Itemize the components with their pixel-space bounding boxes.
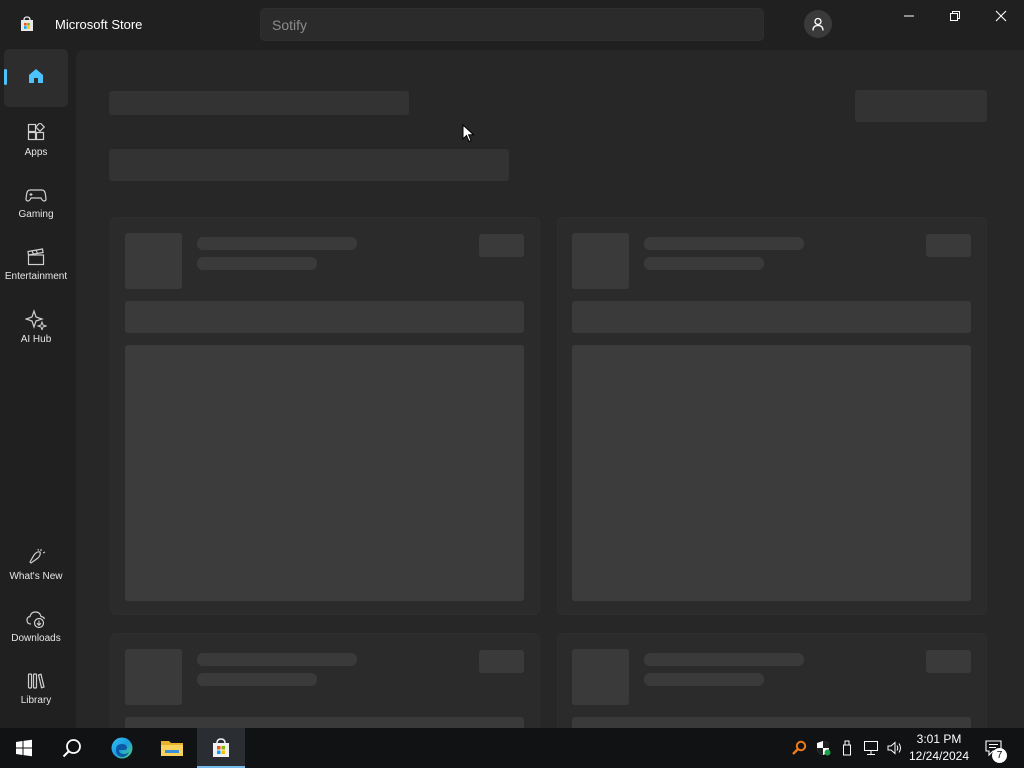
sidebar-item-label: Downloads	[11, 632, 61, 644]
file-explorer-icon	[161, 741, 183, 756]
restore-button[interactable]	[932, 0, 978, 32]
skeleton-card-icon	[125, 649, 182, 705]
library-icon	[27, 672, 45, 689]
search-box[interactable]	[260, 8, 764, 41]
skeleton-card-icon	[572, 649, 629, 705]
skeleton-card-bar	[125, 301, 524, 333]
sidebar-item-gaming[interactable]: Gaming	[4, 173, 68, 231]
skeleton-card-icon	[572, 233, 629, 289]
clock-time: 3:01 PM	[916, 732, 962, 746]
apps-icon	[27, 122, 46, 140]
taskbar: 3:01 PM 12/24/2024 7	[0, 728, 1024, 768]
tray-network[interactable]	[860, 728, 882, 768]
start-button[interactable]	[0, 728, 48, 768]
close-button[interactable]	[978, 0, 1024, 32]
sidebar-nav: Apps Gaming Entertainment AI Hub What's …	[0, 48, 72, 728]
sidebar-item-apps[interactable]: Apps	[4, 111, 68, 169]
tray-volume[interactable]	[884, 728, 906, 768]
app-title: Microsoft Store	[55, 17, 143, 32]
gamepad-icon	[25, 188, 47, 202]
search-tray-icon	[792, 740, 807, 755]
skeleton-card-line	[197, 237, 357, 250]
taskbar-edge-button[interactable]	[98, 728, 146, 768]
start-icon	[16, 739, 32, 757]
taskbar-clock[interactable]: 3:01 PM 12/24/2024	[906, 731, 972, 765]
taskbar-search-button[interactable]	[48, 728, 96, 768]
security-icon	[817, 741, 831, 756]
sidebar-item-ai-hub[interactable]: AI Hub	[4, 297, 68, 355]
tray-search-tool[interactable]	[789, 728, 809, 768]
sidebar-item-label: AI Hub	[20, 333, 52, 345]
skeleton-card-button	[926, 650, 971, 673]
active-indicator	[4, 69, 7, 85]
megaphone-icon	[29, 548, 46, 564]
skeleton-card-line	[197, 673, 317, 686]
skeleton-title	[109, 91, 409, 115]
store-window: Microsoft Store Sotify Apps Gaming Enter…	[0, 0, 1024, 728]
skeleton-card-line	[644, 237, 804, 250]
skeleton-card-line	[644, 257, 764, 270]
mouse-cursor-icon	[462, 124, 475, 143]
notification-center-button[interactable]	[980, 728, 1008, 768]
skeleton-card-button	[479, 650, 524, 673]
skeleton-subtitle	[109, 149, 509, 181]
sidebar-item-label: Gaming	[18, 208, 54, 220]
volume-icon	[887, 741, 901, 755]
skeleton-card-icon	[125, 233, 182, 289]
network-icon	[864, 741, 878, 755]
skeleton-card-image	[572, 345, 971, 601]
skeleton-card-button	[479, 234, 524, 257]
skeleton-card-bar	[572, 717, 971, 728]
tray-security[interactable]	[813, 728, 833, 768]
sidebar-item-entertainment[interactable]: Entertainment	[4, 235, 68, 293]
sidebar-item-downloads[interactable]: Downloads	[4, 597, 68, 655]
sidebar-item-label: What's New	[9, 570, 63, 582]
search-input[interactable]	[261, 9, 763, 40]
skeleton-card	[110, 633, 540, 728]
account-button[interactable]	[804, 10, 832, 38]
title-bar: Microsoft Store	[0, 0, 1024, 50]
skeleton-card	[557, 217, 987, 615]
restore-icon	[950, 11, 960, 21]
sidebar-item-label: Entertainment	[4, 270, 68, 282]
sidebar-item-home[interactable]	[4, 49, 68, 107]
skeleton-card-image	[125, 345, 524, 601]
cloud-download-icon	[26, 610, 46, 628]
skeleton-card	[557, 633, 987, 728]
main-content	[76, 50, 1024, 728]
skeleton-card	[110, 217, 540, 615]
usb-icon	[843, 740, 851, 756]
search-icon	[62, 739, 81, 758]
skeleton-card-line	[644, 673, 764, 686]
taskbar-store-button[interactable]	[197, 728, 245, 768]
store-icon	[213, 738, 229, 757]
notification-badge: 7	[992, 748, 1007, 763]
skeleton-card-bar	[572, 301, 971, 333]
taskbar-file-explorer-button[interactable]	[148, 728, 196, 768]
clapperboard-icon	[27, 247, 45, 265]
skeleton-card-button	[926, 234, 971, 257]
skeleton-button	[855, 90, 987, 122]
sidebar-item-library[interactable]: Library	[4, 659, 68, 717]
tray-usb[interactable]	[838, 728, 856, 768]
skeleton-card-line	[644, 653, 804, 666]
sparkle-icon	[25, 308, 47, 330]
home-icon	[29, 69, 43, 83]
sidebar-item-whats-new[interactable]: What's New	[4, 535, 68, 593]
skeleton-card-bar	[125, 717, 524, 728]
skeleton-card-line	[197, 653, 357, 666]
edge-icon	[111, 737, 133, 759]
sidebar-item-label: Library	[20, 694, 52, 706]
store-logo-icon	[18, 15, 36, 33]
sidebar-item-label: Apps	[24, 146, 48, 158]
person-icon	[812, 17, 824, 31]
minimize-button[interactable]	[886, 0, 932, 32]
close-icon	[995, 10, 1007, 22]
clock-date: 12/24/2024	[908, 749, 970, 763]
skeleton-card-line	[197, 257, 317, 270]
minimize-icon	[904, 15, 914, 17]
